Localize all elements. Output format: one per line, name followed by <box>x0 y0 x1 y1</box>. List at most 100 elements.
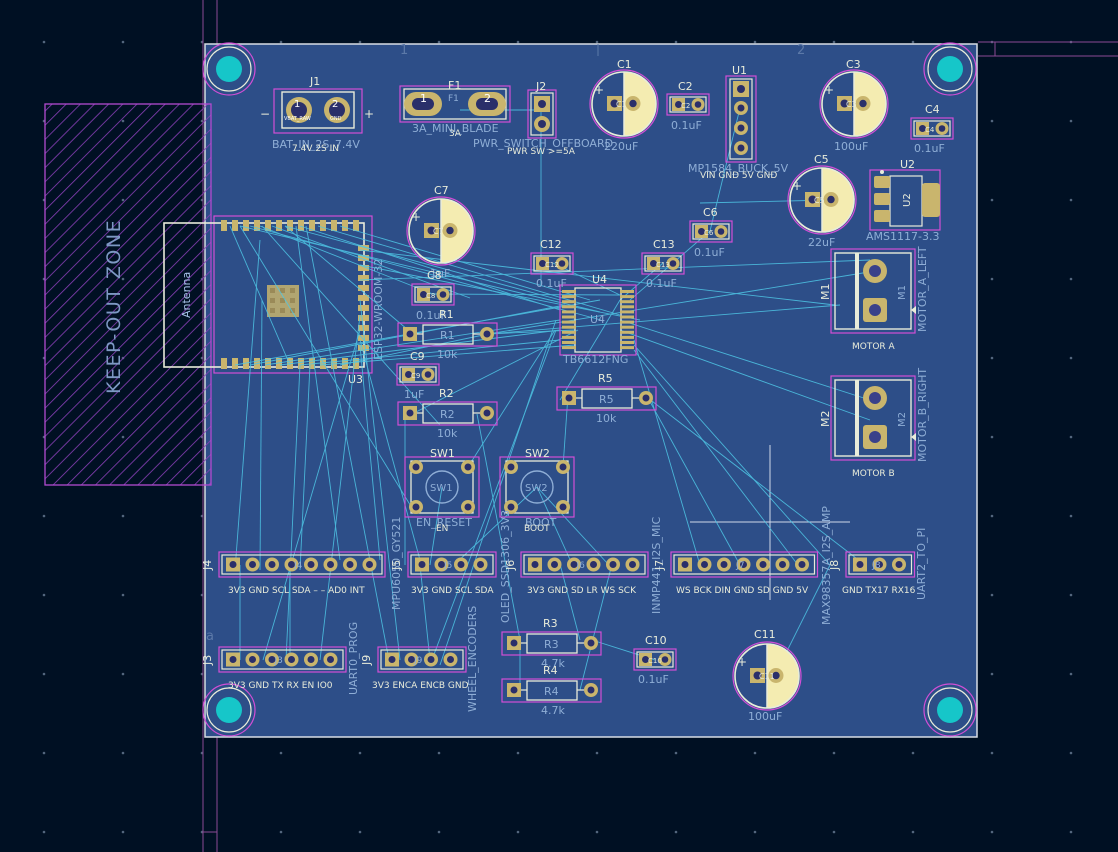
m1-value: MOTOR_A_LEFT <box>916 246 929 332</box>
c13-ref: C13 <box>653 238 675 251</box>
c2-value: 0.1uF <box>671 119 702 132</box>
r2-value: 10k <box>437 427 458 440</box>
j2-sub: PWR SW >=5A <box>507 147 576 157</box>
j8-ref: J8 <box>828 560 841 571</box>
c11-value: 100uF <box>748 710 782 723</box>
svg-text:C4: C4 <box>925 126 935 134</box>
svg-text:+: + <box>737 655 747 669</box>
j7-pin-labels: WS BCK DIN GND SD GND 5V <box>676 586 809 596</box>
r1-value: 10k <box>437 348 458 361</box>
c1-value: 220uF <box>604 140 638 153</box>
svg-text:C10: C10 <box>648 657 662 665</box>
r4-value: 4.7k <box>541 704 565 717</box>
j2-ref: J2 <box>535 80 546 93</box>
c3-ref: C3 <box>846 58 861 71</box>
svg-text:C5: C5 <box>814 196 825 205</box>
c6-ref: C6 <box>703 206 718 219</box>
svg-text:C7: C7 <box>433 227 444 236</box>
j6-pin-labels: 3V3 GND SD LR WS SCK <box>527 586 637 596</box>
c8-ref: C8 <box>427 269 442 282</box>
c11-ref: C11 <box>754 628 776 641</box>
sw2-ref: SW2 <box>525 447 550 460</box>
r2-ref: R2 <box>439 387 454 400</box>
svg-text:J9: J9 <box>413 656 423 666</box>
svg-text:+: + <box>364 107 374 121</box>
svg-text:SW1: SW1 <box>430 483 453 494</box>
m2-sub: MOTOR B <box>852 469 895 479</box>
svg-text:R3: R3 <box>544 638 559 651</box>
svg-text:U4: U4 <box>590 313 605 326</box>
c10-ref: C10 <box>645 634 667 647</box>
c2-ref: C2 <box>678 80 693 93</box>
j9-ref: J9 <box>360 655 373 666</box>
c12-ref: C12 <box>540 238 562 251</box>
svg-text:J4: J4 <box>293 561 303 571</box>
svg-text:2: 2 <box>797 43 805 58</box>
svg-text:C11: C11 <box>759 672 775 681</box>
j4-pin-labels: 3V3 GND SCL SDA – – AD0 INT <box>228 586 365 596</box>
svg-text:C3: C3 <box>846 100 857 109</box>
svg-text:2: 2 <box>332 99 338 110</box>
sw2-sub: BOOT <box>524 524 550 534</box>
sw1-ref: SW1 <box>430 447 455 460</box>
c4-ref: C4 <box>925 103 940 116</box>
u1-ref: U1 <box>732 64 747 77</box>
c7-ref: C7 <box>434 184 449 197</box>
svg-text:C8: C8 <box>426 292 435 300</box>
c5-ref: C5 <box>814 153 829 166</box>
svg-text:J8: J8 <box>871 561 881 571</box>
svg-text:M2: M2 <box>897 412 908 427</box>
svg-text:VBAT_RAW: VBAT_RAW <box>284 116 311 122</box>
u1-sub: VIN GND 5V GND <box>700 171 777 181</box>
c9-value: 1uF <box>404 388 424 401</box>
j3-ref: J3 <box>201 655 214 666</box>
svg-text:1: 1 <box>294 99 300 110</box>
u2-ref: U2 <box>900 158 915 171</box>
svg-text:R4: R4 <box>544 685 559 698</box>
svg-text:C13: C13 <box>656 261 670 269</box>
j6-ref: J6 <box>504 560 517 571</box>
u4-ref: U4 <box>592 273 607 286</box>
sw1-sub: EN <box>436 524 448 534</box>
m1-ref: M1 <box>819 284 832 301</box>
pcb-canvas[interactable]: 1 2 a KEEP-OUT ZONE Antenna ESP32-WROOM-… <box>0 0 1118 852</box>
r5-value: 10k <box>596 412 617 425</box>
svg-text:−: − <box>260 107 270 121</box>
u4-value: TB6612FNG <box>562 353 628 366</box>
svg-text:J6: J6 <box>576 561 586 571</box>
j9-pin-labels: 3V3 ENCA ENCB GND <box>372 681 469 691</box>
c5-value: 22uF <box>808 236 835 249</box>
svg-text:C6: C6 <box>704 229 714 237</box>
svg-text:F1: F1 <box>448 94 459 104</box>
r4-ref: R4 <box>543 664 558 677</box>
antenna-label: Antenna <box>180 272 193 318</box>
svg-text:U2: U2 <box>902 193 913 207</box>
j1-sub: 7.4V 2S IN <box>292 144 339 154</box>
svg-text:C2: C2 <box>681 102 690 110</box>
svg-text:1: 1 <box>400 43 408 58</box>
svg-text:J5: J5 <box>443 561 452 571</box>
j1-ref: J1 <box>309 75 320 88</box>
j9-value: WHEEL_ENCODERS <box>466 606 479 712</box>
j5-ref: J5 <box>390 560 403 571</box>
c3-value: 100uF <box>834 140 868 153</box>
svg-text:C9: C9 <box>411 372 420 380</box>
svg-text:R1: R1 <box>440 329 455 342</box>
svg-text:2: 2 <box>484 92 491 105</box>
svg-text:GND: GND <box>330 116 342 122</box>
svg-text:J3: J3 <box>274 656 283 666</box>
c12-value: 0.1uF <box>536 277 567 290</box>
c4-value: 0.1uF <box>914 142 945 155</box>
c6-value: 0.1uF <box>694 246 725 259</box>
j5-pin-labels: 3V3 GND SCL SDA <box>411 586 494 596</box>
svg-text:C1: C1 <box>616 100 627 109</box>
svg-text:J7: J7 <box>735 561 744 571</box>
j8-pin-labels: GND TX17 RX16 <box>842 586 916 596</box>
svg-text:+: + <box>594 83 604 97</box>
u2-value: AMS1117-3.3 <box>866 230 939 243</box>
svg-text:R5: R5 <box>599 393 614 406</box>
j3-value: UART0_PROG <box>347 622 360 695</box>
svg-text:+: + <box>824 83 834 97</box>
c1-ref: C1 <box>617 58 632 71</box>
svg-text:SW2: SW2 <box>525 483 548 494</box>
